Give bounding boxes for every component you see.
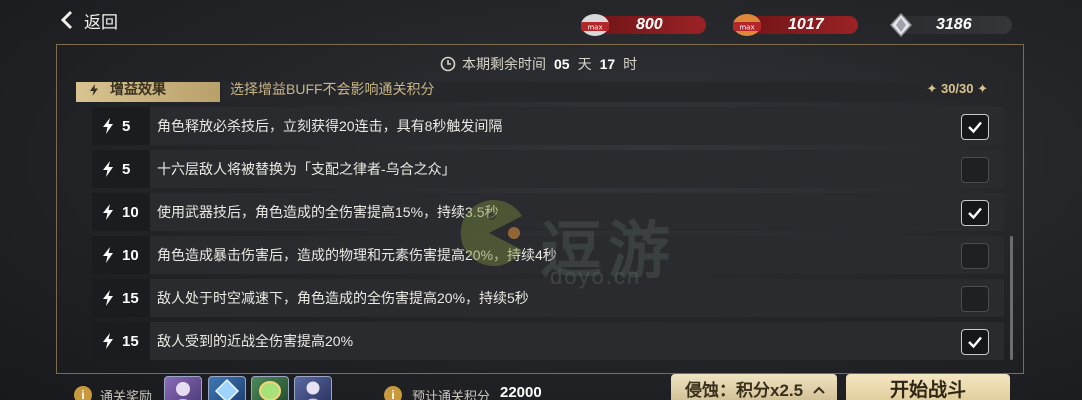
buff-text: 十六层敌人将被替换为「支配之律者-乌合之众」 <box>157 161 456 177</box>
timer-days: 05 <box>554 56 570 72</box>
score-value: 22000 <box>500 384 542 400</box>
buff-text: 角色释放必杀技后，立刻获得20连击，具有8秒触发间隔 <box>157 118 503 134</box>
timer-hours-unit: 时 <box>623 56 638 72</box>
info-icon[interactable]: i <box>384 386 402 400</box>
buff-tab: 增益效果 <box>76 82 220 102</box>
buff-description: 选择增益BUFF不会影响通关积分 ✦ 30/30 ✦ <box>222 82 1004 102</box>
reward-item[interactable] <box>164 376 202 400</box>
reward-item[interactable] <box>251 376 289 400</box>
buff-level: 5 <box>92 107 150 145</box>
top-bar: 返回 max 800 max 1017 3186 <box>0 0 1082 44</box>
max-ticket-orange-icon: max <box>733 14 761 36</box>
timer-hours: 17 <box>599 56 616 72</box>
reward-item[interactable] <box>208 376 246 400</box>
buff-level-value: 15 <box>122 289 139 307</box>
buff-row[interactable]: 5 十六层敌人将被替换为「支配之律者-乌合之众」 <box>92 150 1004 188</box>
svg-text:max: max <box>587 24 602 32</box>
buff-level: 10 <box>92 236 150 274</box>
reward-label: 通关奖励 <box>100 389 153 400</box>
season-timer: 本期剩余时间 05 天 17 时 <box>440 52 637 76</box>
buff-checkbox[interactable] <box>961 286 989 312</box>
info-icon[interactable]: i <box>74 386 92 400</box>
buff-row[interactable]: 15 敌人受到的近战全伤害提高20% <box>92 322 1004 360</box>
buff-section-header: 增益效果 选择增益BUFF不会影响通关积分 ✦ 30/30 ✦ <box>76 82 1004 102</box>
resource-ticket-red[interactable]: max 800 <box>578 13 706 37</box>
resource-crystal[interactable]: 3186 <box>884 13 1012 37</box>
buff-level-value: 5 <box>122 160 131 178</box>
buff-checkbox[interactable] <box>961 329 989 355</box>
buff-level-value: 10 <box>122 203 139 221</box>
buff-text: 使用武器技后，角色造成的全伤害提高15%，持续3.5秒 <box>157 204 499 220</box>
checkmark-icon <box>968 121 982 134</box>
valkyrie-avatar-icon <box>306 381 320 400</box>
checkmark-icon <box>968 336 982 349</box>
lightning-icon <box>103 204 113 220</box>
buff-checkbox[interactable] <box>961 157 989 183</box>
buff-row[interactable]: 5 角色释放必杀技后，立刻获得20连击，具有8秒触发间隔 <box>92 107 1004 145</box>
resource-value: 3186 <box>936 16 972 33</box>
checkmark-icon <box>968 207 982 220</box>
buff-level-value: 5 <box>122 117 131 135</box>
timer-prefix: 本期剩余时间 <box>462 56 546 72</box>
buff-text: 敌人处于时空减速下，角色造成的全伤害提高20%，持续5秒 <box>157 290 529 306</box>
timer-days-unit: 天 <box>577 56 592 72</box>
green-orb-icon <box>259 381 281 400</box>
buff-checkbox[interactable] <box>961 200 989 226</box>
buff-level: 15 <box>92 279 150 317</box>
lightning-icon <box>103 118 113 134</box>
chevron-up-icon <box>813 386 825 394</box>
crystal-icon <box>889 13 913 37</box>
start-battle-button[interactable]: 开始战斗 <box>846 374 1010 400</box>
buff-description-text: 选择增益BUFF不会影响通关积分 <box>230 82 435 97</box>
clock-icon <box>440 56 456 72</box>
erosion-button-label: 侵蚀：积分x2.5 <box>685 381 804 400</box>
list-scrollbar[interactable] <box>1010 236 1013 360</box>
buff-tab-label: 增益效果 <box>110 82 166 97</box>
watermark-url: doyo.cn <box>550 264 642 289</box>
buff-count: ✦ 30/30 ✦ <box>926 82 988 96</box>
svg-text:max: max <box>739 24 754 32</box>
score-label: 预计通关积分 <box>412 389 491 400</box>
lightning-icon <box>103 161 113 177</box>
buff-level-value: 15 <box>122 332 139 350</box>
lightning-icon <box>103 333 113 349</box>
buff-level-value: 10 <box>122 246 139 264</box>
max-ticket-red-icon: max <box>581 14 609 36</box>
buff-level: 5 <box>92 150 150 188</box>
back-button[interactable]: 返回 <box>58 6 118 34</box>
chevron-left-icon <box>60 10 73 30</box>
buff-level: 10 <box>92 193 150 231</box>
erosion-dropdown-button[interactable]: 侵蚀：积分x2.5 <box>671 374 837 400</box>
lightning-icon <box>103 290 113 306</box>
watermark-logo-icon <box>460 200 522 266</box>
lightning-icon <box>90 84 98 96</box>
lightning-icon <box>103 247 113 263</box>
back-label: 返回 <box>84 12 118 32</box>
resource-value: 1017 <box>788 16 824 33</box>
buff-text: 敌人受到的近战全伤害提高20% <box>157 333 354 349</box>
resource-value: 800 <box>636 16 663 33</box>
blue-crystal-icon <box>214 378 240 400</box>
buff-checkbox[interactable] <box>961 243 989 269</box>
reward-item[interactable] <box>294 376 332 400</box>
buff-level: 15 <box>92 322 150 360</box>
resource-ticket-orange[interactable]: max 1017 <box>730 13 858 37</box>
buff-checkbox[interactable] <box>961 114 989 140</box>
character-avatar-icon <box>176 382 190 400</box>
